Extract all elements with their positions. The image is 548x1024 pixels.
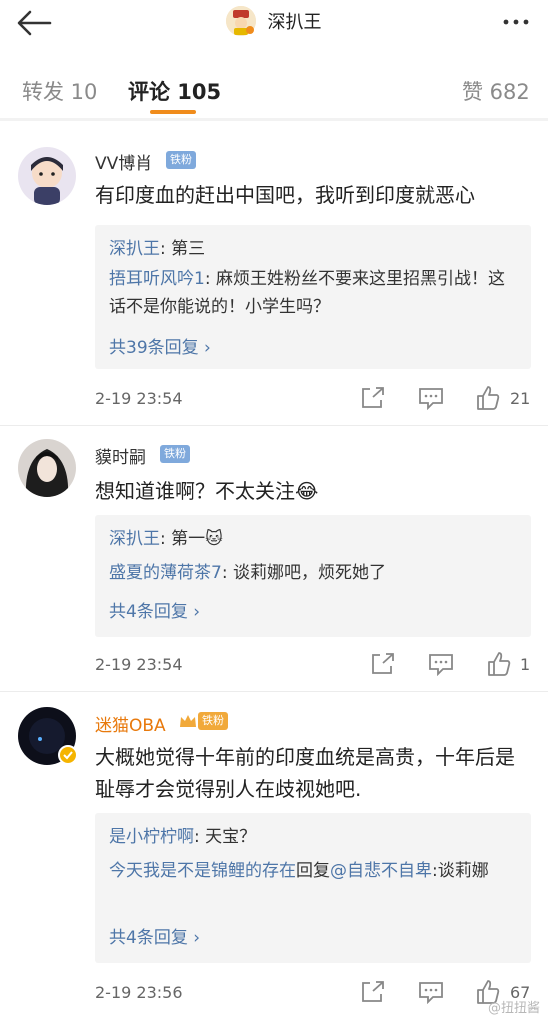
- reply-author[interactable]: 今天我是不是锦鲤的存在: [109, 861, 296, 881]
- comment-item: 迷猫OBA 铁粉 大概她觉得十年前的印度血统是高贵，十年后是耻辱才会觉得别人在歧…: [0, 693, 548, 1024]
- thumbs-up-icon[interactable]: [486, 651, 512, 677]
- more-replies-link[interactable]: 共4条回复 ›: [109, 923, 200, 948]
- active-tab-indicator: [150, 110, 196, 114]
- comment-icon[interactable]: [418, 386, 444, 410]
- reply-line: 盛夏的薄荷茶7: 谈莉娜吧，烦死她了: [109, 559, 519, 587]
- member-crown-icon: [180, 715, 196, 727]
- reply-text: 回复: [296, 861, 330, 881]
- like-count: 21: [510, 389, 531, 408]
- reply-line: 是小柠柠啊: 天宝？: [109, 823, 519, 851]
- avatar[interactable]: [18, 439, 76, 497]
- anime-avatar-icon: [18, 439, 76, 497]
- tab-comments[interactable]: 评论 105: [128, 76, 221, 106]
- reply-line: 深扒王: 第一🐱: [109, 525, 519, 553]
- reply-author[interactable]: 是小柠柠啊: [109, 827, 194, 847]
- comment-time: 2-19 23:54: [95, 389, 183, 408]
- avatar[interactable]: [18, 147, 76, 205]
- username[interactable]: 貘时嗣: [95, 443, 146, 468]
- divider: [0, 691, 548, 692]
- comment-item: 貘时嗣 铁粉 想知道谁啊？不太关注😂 深扒王: 第一🐱 盛夏的薄荷茶7: 谈莉娜…: [0, 427, 548, 693]
- like-count: 1: [520, 655, 531, 674]
- thumbs-up-icon[interactable]: [475, 385, 501, 411]
- account-avatar[interactable]: [226, 6, 257, 36]
- tab-bar: 转发 10 评论 105 赞 682: [0, 60, 548, 116]
- reply-author[interactable]: 深扒王: [109, 529, 160, 549]
- share-icon[interactable]: [370, 652, 396, 676]
- comment-icon[interactable]: [428, 652, 454, 676]
- reply-text: : 第一🐱: [160, 529, 223, 549]
- more-replies-link[interactable]: 共39条回复 ›: [109, 333, 211, 358]
- reply-line: 深扒王: 第三: [109, 235, 519, 263]
- reply-box[interactable]: 深扒王: 第一🐱 盛夏的薄荷茶7: 谈莉娜吧，烦死她了 共4条回复 ›: [95, 515, 531, 637]
- cartoon-avatar-icon: [18, 147, 76, 205]
- comment-time: 2-19 23:54: [95, 655, 183, 674]
- title-wrap: 深扒王: [0, 6, 548, 36]
- reply-text: : 第三: [160, 239, 206, 259]
- reply-author[interactable]: 深扒王: [109, 239, 160, 259]
- watermark: @扭扭酱: [487, 1001, 540, 1016]
- reply-text: : 谈莉娜吧，烦死她了: [221, 563, 386, 583]
- tab-likes[interactable]: 赞 682: [462, 76, 530, 106]
- comment-time: 2-19 23:56: [95, 983, 183, 1002]
- page-title: 深扒王: [267, 12, 322, 33]
- divider: [0, 425, 548, 426]
- reply-line: 捂耳听风吟1: 麻烦王姓粉丝不要来这里招黑引战！这话不是你能说的！小学生吗？: [109, 265, 519, 321]
- reply-line: 今天我是不是锦鲤的存在回复@自悲不自卑:谈莉娜: [109, 857, 519, 885]
- emperor-avatar-icon: [226, 6, 257, 36]
- reply-text: : 天宝？: [194, 827, 257, 847]
- fan-badge: 铁粉: [160, 445, 190, 463]
- verified-icon: [58, 745, 78, 765]
- tab-reposts[interactable]: 转发 10: [22, 76, 97, 106]
- top-bar: 深扒王: [0, 0, 548, 48]
- username[interactable]: VV博肖: [95, 149, 152, 174]
- reply-author[interactable]: 盛夏的薄荷茶7: [109, 563, 222, 583]
- comment-icon[interactable]: [418, 980, 444, 1004]
- share-icon[interactable]: [360, 980, 386, 1004]
- reply-text: :谈莉娜: [432, 861, 489, 881]
- reply-box[interactable]: 是小柠柠啊: 天宝？ 今天我是不是锦鲤的存在回复@自悲不自卑:谈莉娜 共4条回复…: [95, 813, 531, 963]
- comment-text: 大概她觉得十年前的印度血统是高贵，十年后是耻辱才会觉得别人在歧视她吧.: [95, 745, 515, 801]
- fan-badge: 铁粉: [166, 151, 196, 169]
- username[interactable]: 迷猫OBA: [95, 711, 166, 736]
- reply-author[interactable]: 捂耳听风吟1: [109, 269, 205, 289]
- share-icon[interactable]: [360, 386, 386, 410]
- more-replies-link[interactable]: 共4条回复 ›: [109, 597, 200, 622]
- fan-badge: 铁粉: [198, 712, 228, 730]
- comment-text: 想知道谁啊？不太关注😂: [95, 479, 319, 503]
- comment-item: VV博肖 铁粉 有印度血的赶出中国吧，我听到印度就恶心 深扒王: 第三 捂耳听风…: [0, 121, 548, 427]
- reply-mention[interactable]: @自悲不自卑: [330, 861, 432, 881]
- comment-text: 有印度血的赶出中国吧，我听到印度就恶心: [95, 183, 475, 207]
- ellipsis-icon[interactable]: [502, 14, 530, 30]
- reply-box[interactable]: 深扒王: 第三 捂耳听风吟1: 麻烦王姓粉丝不要来这里招黑引战！这话不是你能说的…: [95, 225, 531, 369]
